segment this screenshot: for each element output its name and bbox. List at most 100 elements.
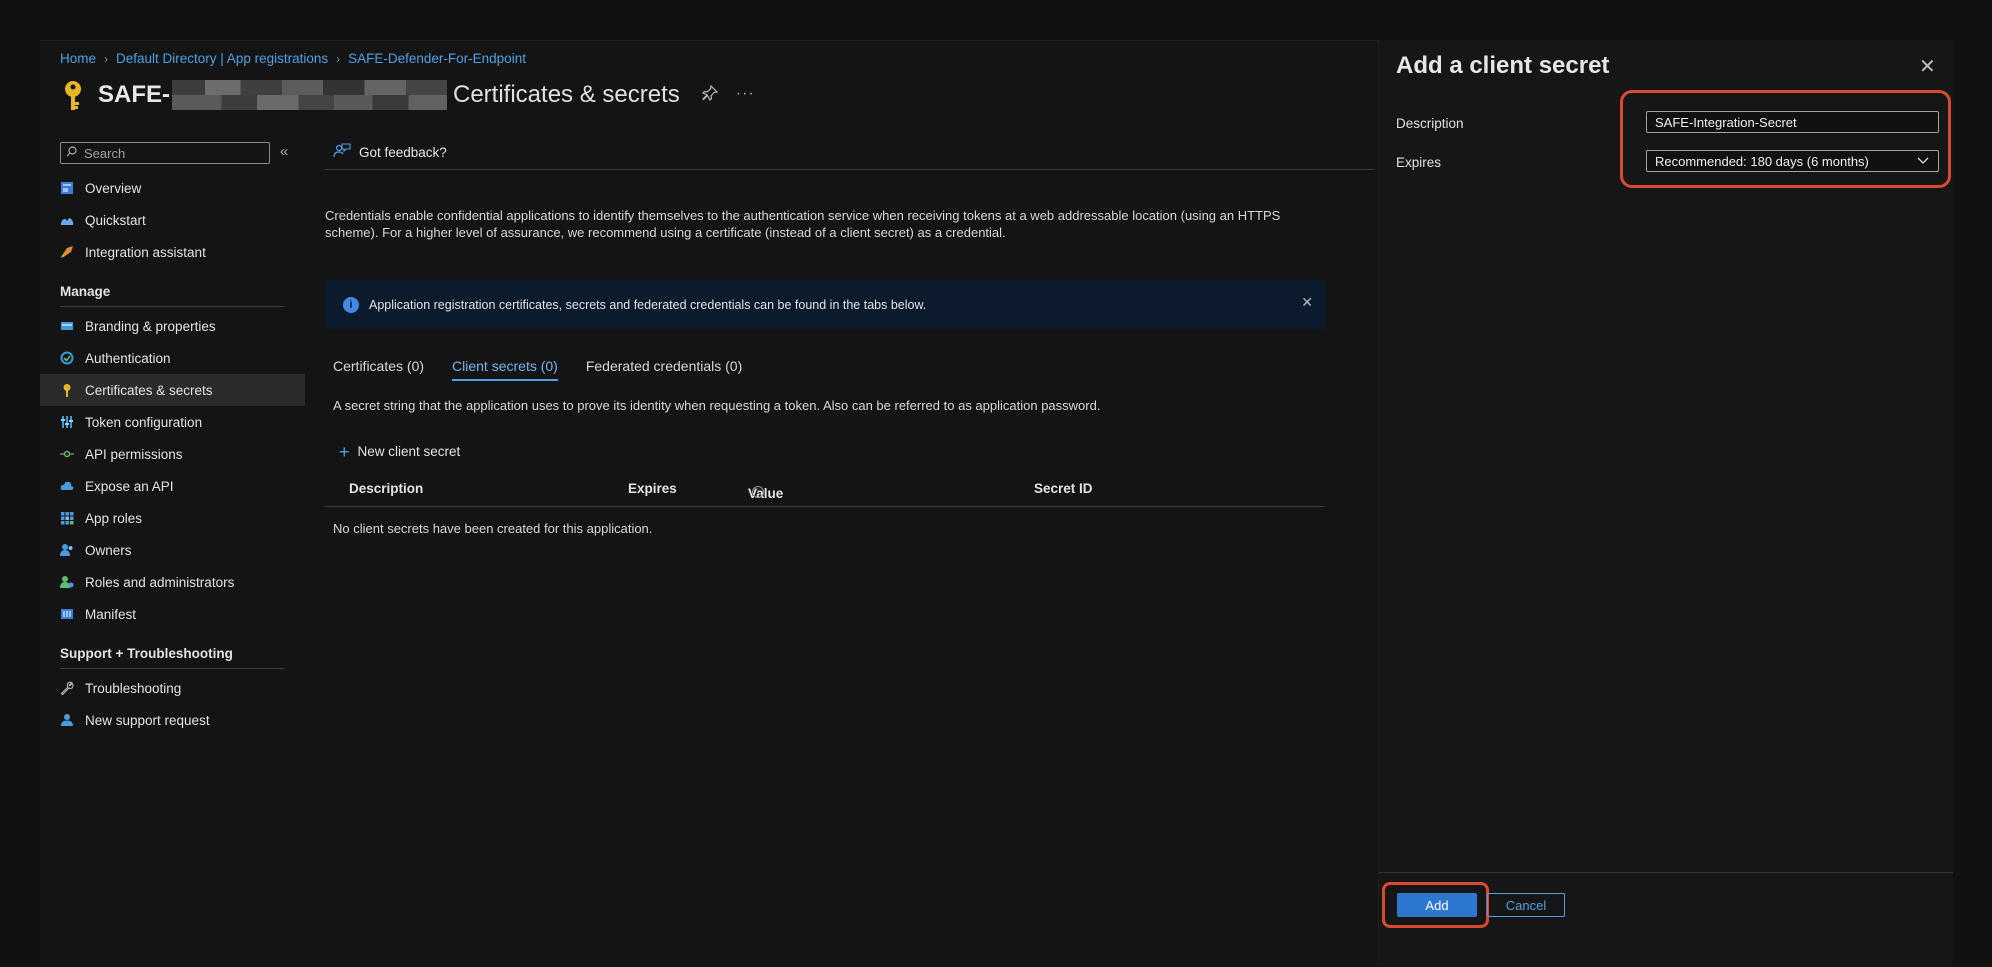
panel-title: Add a client secret [1396,52,1610,79]
sidebar-item-new-support-request[interactable]: New support request [40,704,305,736]
sidebar-item-label: New support request [85,712,210,728]
breadcrumb: Home › Default Directory | App registrat… [60,51,526,66]
sidebar-item-quickstart[interactable]: Quickstart [40,204,305,236]
manage-divider [60,306,285,307]
close-icon[interactable]: ✕ [1301,294,1313,311]
breadcrumb-app-registrations[interactable]: Default Directory | App registrations [116,51,328,66]
sidebar-search[interactable] [60,142,270,164]
chevron-down-icon [1917,154,1929,169]
redacted-app-name [172,80,447,110]
pin-icon[interactable] [701,84,718,106]
expires-selected-value: Recommended: 180 days (6 months) [1655,153,1869,169]
form-highlight [1620,90,1951,188]
sidebar-item-app-roles[interactable]: App roles [40,502,305,534]
sidebar-item-roles-administrators[interactable]: Roles and administrators [40,566,305,598]
sidebar-item-label: App roles [85,510,143,526]
chevron-right-icon: › [104,51,109,66]
info-banner-text: Application registration certificates, s… [369,297,927,312]
breadcrumb-app[interactable]: SAFE-Defender-For-Endpoint [348,51,526,66]
feedback-label: Got feedback? [359,145,447,160]
sidebar-item-owners[interactable]: Owners [40,534,305,566]
owners-icon [60,543,74,557]
empty-secrets-message: No client secrets have been created for … [333,521,653,536]
sidebar-item-label: Authentication [85,350,171,366]
key-icon [62,78,84,112]
quickstart-icon [60,213,74,227]
close-icon[interactable]: ✕ [1919,54,1936,79]
page-title-prefix: SAFE- [98,81,170,108]
sidebar-item-token-configuration[interactable]: Token configuration [40,406,305,438]
sidebar-item-authentication[interactable]: Authentication [40,342,305,374]
secrets-table-header: Description Expires Value i Secret ID [325,476,1325,507]
token-icon [60,415,74,429]
sidebar-item-label: Owners [85,542,132,558]
feedback-icon [333,143,351,162]
overview-icon [60,181,74,195]
sidebar-item-label: Integration assistant [85,244,206,260]
breadcrumb-home[interactable]: Home [60,51,96,66]
sidebar-item-certificates-secrets[interactable]: Certificates & secrets [40,374,305,406]
description-label: Description [1396,116,1464,131]
app-roles-icon [60,511,74,525]
search-icon [66,146,82,160]
manage-heading: Manage [60,284,111,299]
add-client-secret-panel: Add a client secret ✕ Description Expire… [1378,40,1953,966]
sidebar-item-label: Certificates & secrets [85,382,213,398]
sidebar-item-integration-assistant[interactable]: Integration assistant [40,236,305,268]
info-icon[interactable]: i [752,486,764,498]
support-person-icon [60,713,74,727]
tab-federated-credentials[interactable]: Federated credentials (0) [586,358,742,381]
new-client-secret-label: New client secret [357,444,461,459]
rocket-icon [60,245,74,259]
sidebar-item-label: API permissions [85,446,183,462]
client-secret-description: A secret string that the application use… [333,398,1101,413]
support-divider [60,668,285,669]
collapse-sidebar-icon[interactable]: « [280,143,288,160]
page-title: Certificates & secrets [453,81,680,108]
authentication-icon [60,351,74,365]
panel-footer-divider [1379,872,1953,873]
info-banner: i Application registration certificates,… [325,280,1325,329]
tab-client-secrets[interactable]: Client secrets (0) [452,358,558,381]
sidebar-item-label: Branding & properties [85,318,216,334]
cancel-button[interactable]: Cancel [1487,893,1565,917]
sidebar-item-label: Overview [85,180,142,196]
sidebar-item-api-permissions[interactable]: API permissions [40,438,305,470]
add-button[interactable]: Add [1397,893,1477,917]
page-title-row: SAFE- Certificates & secrets ··· [62,78,755,112]
sidebar-item-label: Manifest [85,606,137,622]
toolbar-divider [325,169,1375,170]
cloud-icon [60,479,74,493]
sidebar-item-branding[interactable]: Branding & properties [40,310,305,342]
ellipsis-icon[interactable]: ··· [736,85,755,106]
sidebar-item-label: Troubleshooting [85,680,182,696]
chevron-right-icon: › [336,51,341,66]
description-field[interactable] [1646,111,1939,133]
expires-label: Expires [1396,155,1442,170]
sidebar-item-label: Expose an API [85,478,174,494]
credential-tabs: Certificates (0) Client secrets (0) Fede… [333,358,770,381]
api-permissions-icon [60,447,74,461]
column-description: Description [349,481,424,496]
roles-icon [60,575,74,589]
branding-icon [60,319,74,333]
plus-icon: + [339,441,350,462]
sidebar-item-label: Token configuration [85,414,203,430]
search-input[interactable] [82,144,266,162]
feedback-link[interactable]: Got feedback? [333,143,447,162]
tab-certificates[interactable]: Certificates (0) [333,358,424,381]
wrench-icon [60,681,74,695]
support-heading: Support + Troubleshooting [60,646,233,661]
sidebar-item-overview[interactable]: Overview [40,172,305,204]
key-icon [60,383,74,397]
column-expires: Expires [628,481,677,496]
new-client-secret-button[interactable]: + New client secret [339,441,461,462]
sidebar-item-expose-api[interactable]: Expose an API [40,470,305,502]
manifest-icon [60,607,74,621]
info-icon: i [343,296,359,313]
expires-dropdown[interactable]: Recommended: 180 days (6 months) [1646,150,1939,172]
sidebar-item-manifest[interactable]: Manifest [40,598,305,630]
sidebar-item-label: Roles and administrators [85,574,235,590]
sidebar-item-troubleshooting[interactable]: Troubleshooting [40,672,305,704]
credentials-description: Credentials enable confidential applicat… [325,208,1281,240]
